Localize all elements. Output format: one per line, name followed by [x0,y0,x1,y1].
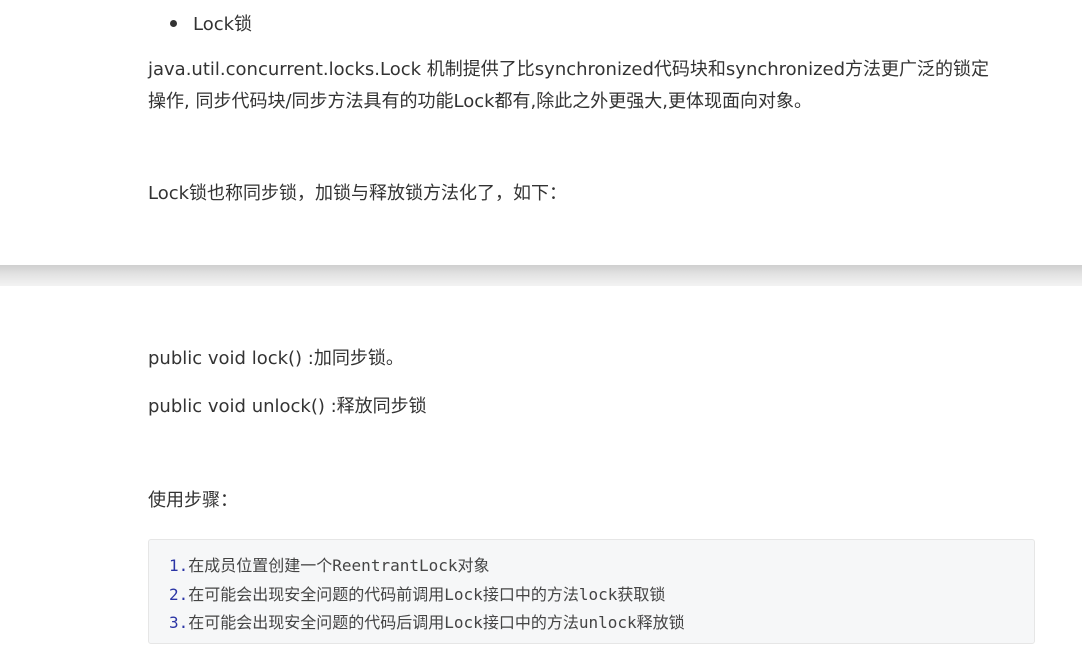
code-text: 接口中的方法 [482,584,579,604]
code-text: 释放锁 [636,613,685,632]
also-called-paragraph: Lock锁也称同步锁，加锁与释放锁方法化了，如下： [148,183,568,204]
page-divider [0,265,1082,286]
code-block: 1.在成员位置创建一个ReentrantLock对象 2.在可能会出现安全问题的… [148,539,1035,644]
code-line: 3.在可能会出现安全问题的代码后调用Lock接口中的方法unlock释放锁 [169,609,1034,638]
code-line: 2.在可能会出现安全问题的代码前调用Lock接口中的方法lock获取锁 [169,581,1034,610]
code-mono-text: lock [578,584,618,604]
bullet-item: Lock锁 [170,9,252,37]
code-text: 接口中的方法 [482,613,579,632]
code-text: 在可能会出现安全问题的代码后调用 [188,613,445,632]
code-text: 对象 [457,556,490,575]
intro-line-1: java.util.concurrent.locks.Lock 机制提供了比sy… [148,59,990,80]
intro-line-2: 操作, 同步代码块/同步方法具有的功能Lock都有,除此之外更强大,更体现面向对… [148,91,812,112]
line-number: 2. [169,584,189,604]
intro-paragraph: java.util.concurrent.locks.Lock 机制提供了比sy… [148,54,1028,118]
code-text: 在成员位置创建一个 [188,556,333,575]
code-line: 1.在成员位置创建一个ReentrantLock对象 [169,552,1034,581]
lock-method-paragraph: public void lock() :加同步锁。 [148,348,404,369]
line-number: 1. [169,556,189,575]
code-mono-text: unlock [578,613,637,632]
code-text: 在可能会出现安全问题的代码前调用 [188,584,445,604]
code-mono-text: ReentrantLock [332,556,458,575]
code-mono-text: Lock [444,584,483,604]
code-mono-text: Lock [444,613,483,632]
bullet-label: Lock锁 [193,14,253,35]
code-text: 获取锁 [617,584,666,604]
unlock-method-paragraph: public void unlock() :释放同步锁 [148,396,427,417]
line-number: 3. [169,613,189,632]
top-content-section: Lock锁 java.util.concurrent.locks.Lock 机制… [0,0,1082,265]
bullet-dot-icon [170,19,177,27]
steps-title: 使用步骤： [148,490,238,511]
